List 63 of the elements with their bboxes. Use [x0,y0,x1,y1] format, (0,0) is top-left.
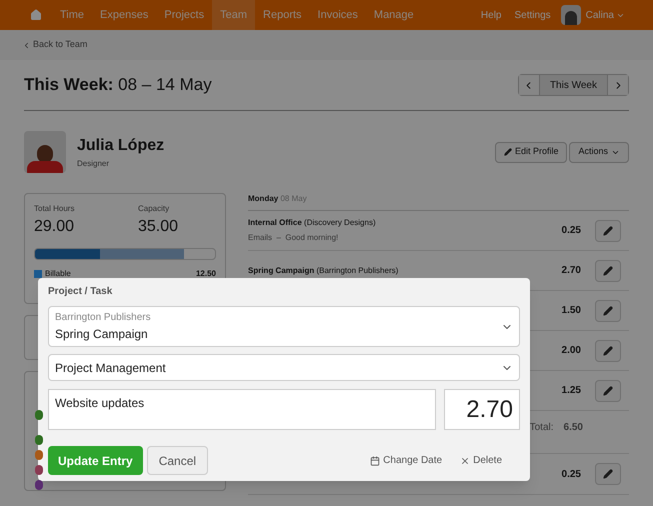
back-link[interactable]: Back to Team [22,38,88,52]
next-button[interactable] [608,75,628,95]
entry-title: Spring Campaign (Barrington Publishers) [248,264,400,276]
edit-profile-button[interactable]: Edit Profile [494,142,568,162]
total-label: Total: [530,420,554,434]
person-name: Julia López [77,136,164,156]
task-select[interactable]: Project Management [48,354,520,381]
pencil-icon [603,266,613,276]
edit-button[interactable] [595,300,621,322]
entry-hours: 0.25 [562,224,581,238]
stat-value: 29.00 [34,217,76,237]
day-heading: Monday 08 May [248,194,307,203]
change-date-button[interactable]: Change Date [370,453,442,468]
entry-hours: 2.70 [562,264,581,278]
nav-link[interactable]: Settings [514,8,551,22]
nav-tab[interactable]: Time [52,0,92,30]
close-icon [460,456,470,466]
pencil-icon [603,306,613,316]
nav-tab[interactable]: Expenses [92,0,156,30]
cancel-button[interactable]: Cancel [146,446,208,475]
previous-button[interactable] [518,75,539,95]
project-select[interactable]: Barrington Publishers Spring Campaign [48,306,520,347]
profile-photo [24,131,66,173]
delete-button[interactable]: Delete [460,453,502,468]
entry-title: Internal Office (Discovery Designs) [248,217,377,229]
notes-field[interactable]: Website updates [48,389,436,430]
legend-label: Billable [45,268,71,280]
entry-hours: 0.25 [562,468,581,482]
stat-label: Capacity [138,203,170,215]
nav-tab[interactable]: Reports [255,0,310,30]
edit-button[interactable] [595,463,621,485]
calendar-icon [370,456,380,466]
edit-button[interactable] [595,220,621,242]
user-avatar[interactable] [560,5,581,25]
stat-value: 35.00 [138,217,178,237]
nav-tab[interactable]: Manage [366,0,422,30]
hours-field[interactable]: 2.70 [444,389,520,430]
dialog-label: Project / Task [48,285,114,299]
pencil-icon [603,469,613,479]
entry-hours: 1.50 [562,304,581,318]
edit-button[interactable] [595,380,621,402]
legend-value: 12.50 [196,268,216,280]
entry-detail: Emails – Good morning! [248,232,340,244]
stat-label: Total Hours [34,203,76,215]
page-title: This Week: 08 – 14 May [24,74,212,96]
edit-button[interactable] [595,260,621,282]
entry-hours: 2.00 [562,344,581,358]
update-entry-button[interactable]: Update Entry [48,446,143,475]
chevron-left-icon [22,40,31,50]
edit-button[interactable] [595,340,621,362]
nav-tab[interactable]: Invoices [310,0,366,30]
pencil-icon [603,226,613,236]
total-value: 6.50 [564,420,583,434]
nav-link[interactable]: Help [480,8,502,22]
actions-button[interactable]: Actions [569,142,629,162]
nav-tab[interactable]: Projects [156,0,212,30]
person-role: Designer [77,158,110,170]
pencil-icon [504,148,512,156]
pencil-icon [603,346,613,356]
pencil-icon [603,386,613,396]
week-button[interactable]: This Week [538,75,608,95]
entry-hours: 1.25 [562,384,581,398]
user-menu[interactable]: Calina [586,8,625,22]
